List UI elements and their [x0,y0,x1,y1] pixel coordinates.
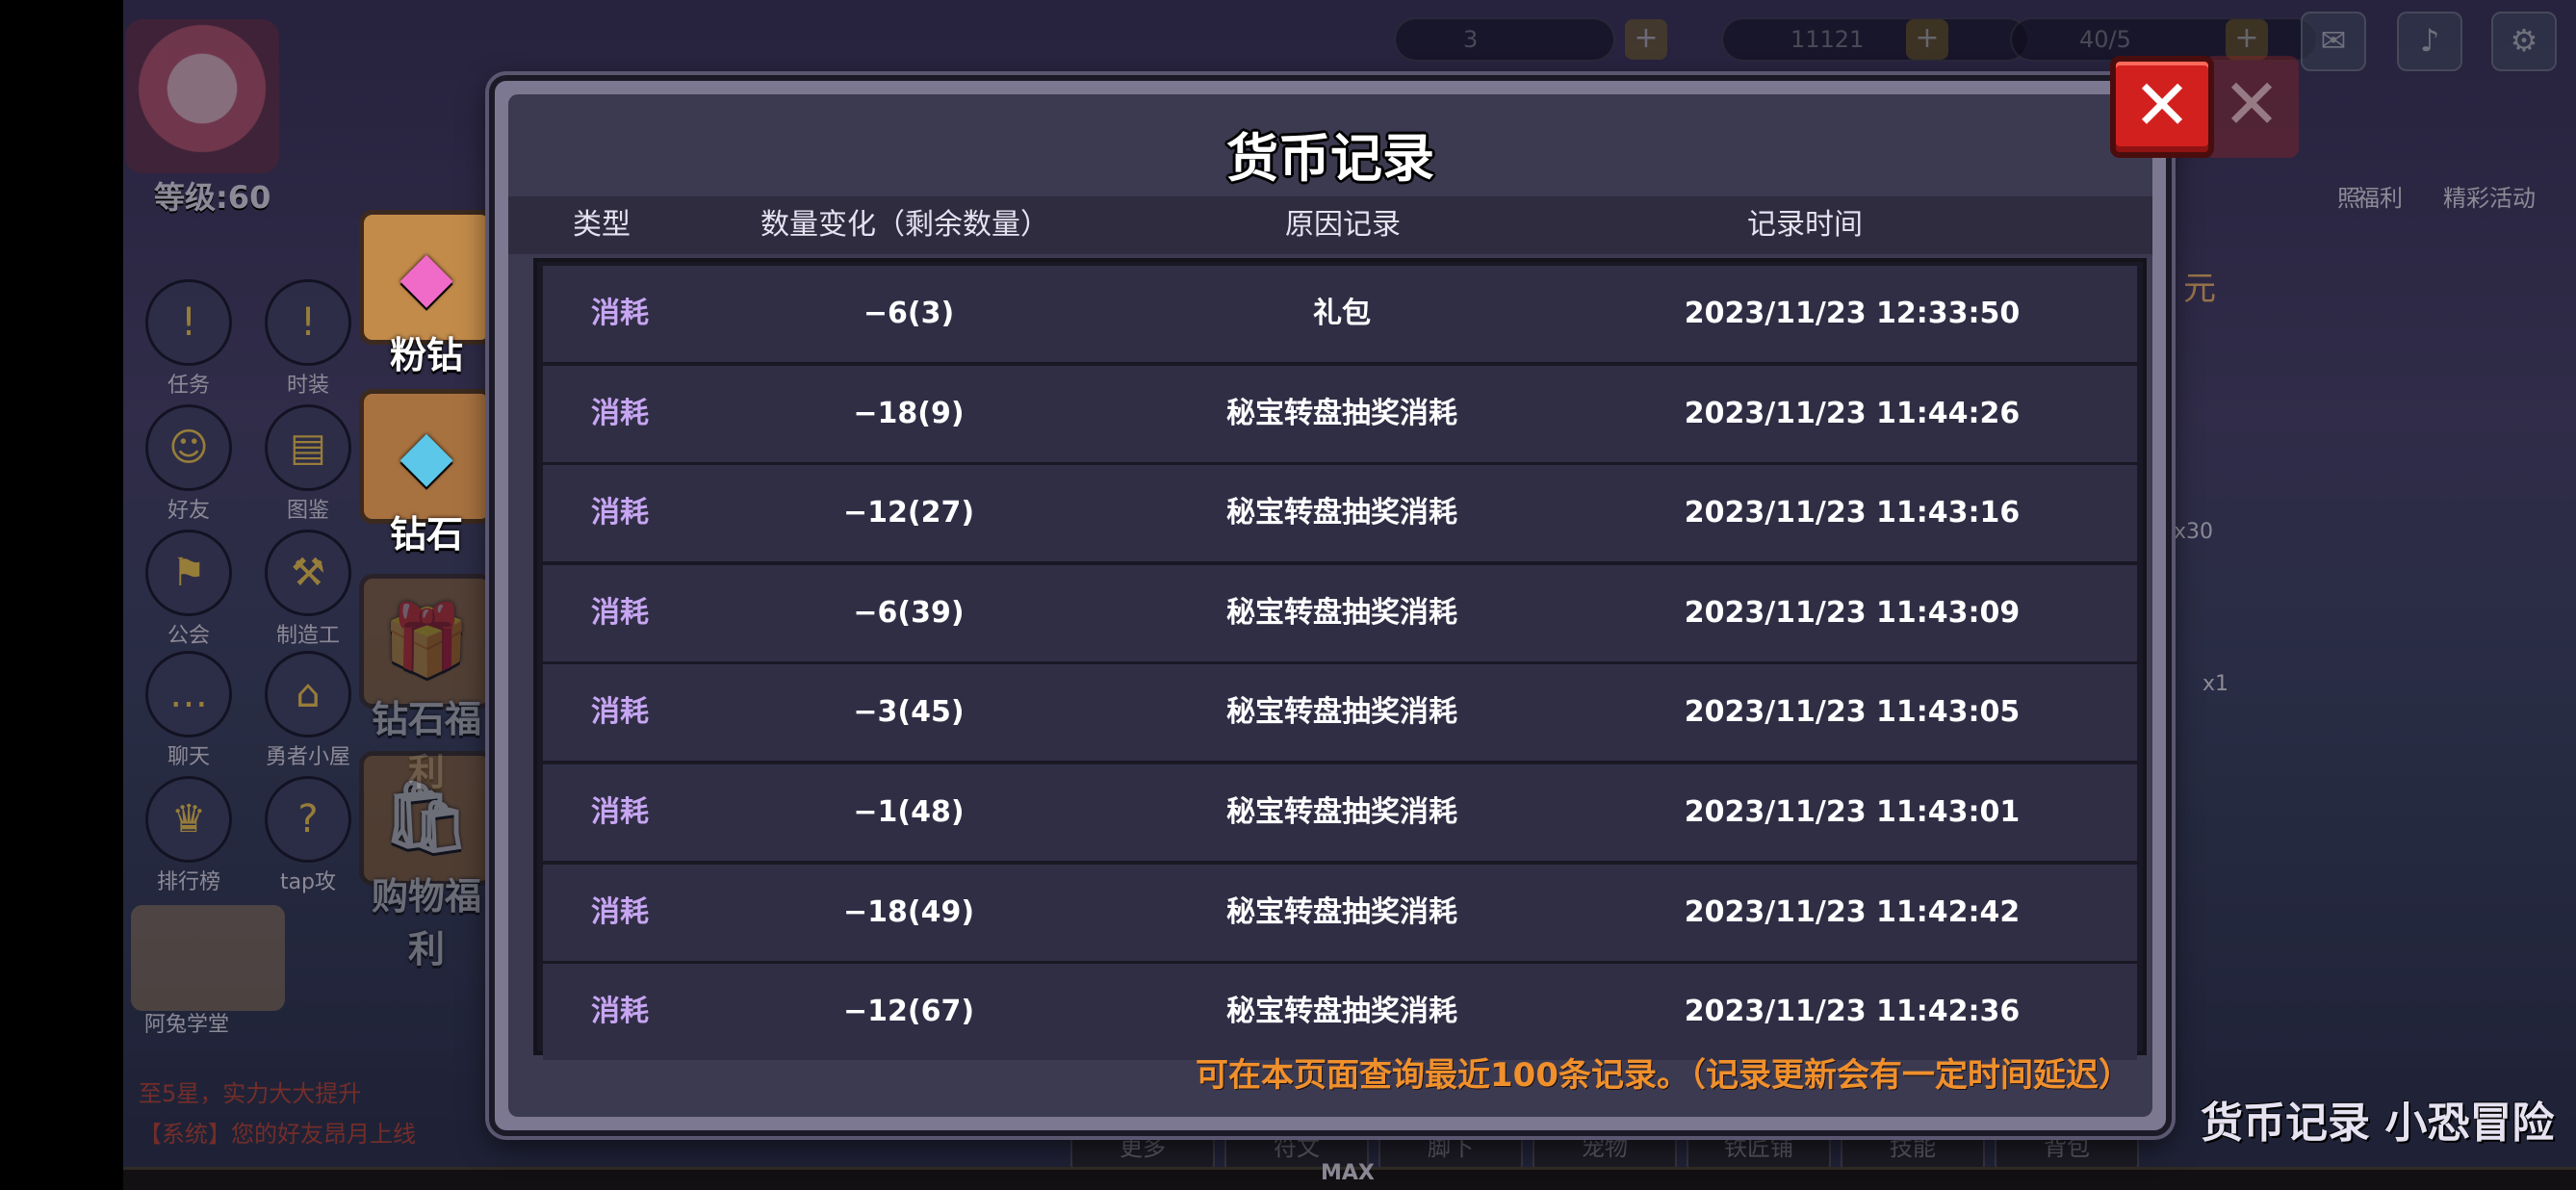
table-row: 消耗 −6(3) 礼包 2023/11/23 12:33:50 [543,266,2137,362]
record-time: 2023/11/23 11:43:01 [1684,794,2021,829]
record-reason: 秘宝转盘抽奖消耗 [1226,396,1457,430]
record-reason: 秘宝转盘抽奖消耗 [1226,496,1457,530]
record-time: 2023/11/23 11:43:09 [1684,595,2021,630]
record-time: 2023/11/23 11:42:36 [1684,995,2021,1029]
record-list[interactable]: 消耗 −6(3) 礼包 2023/11/23 12:33:50 消耗 −18(9… [533,258,2147,1061]
record-time: 2023/11/23 11:43:16 [1684,496,2021,530]
table-row: 消耗 −1(48) 秘宝转盘抽奖消耗 2023/11/23 11:43:01 [543,763,2137,861]
record-change: −1(48) [853,794,965,829]
blue-diamond-icon: ◆ [359,389,494,524]
record-reason: 秘宝转盘抽奖消耗 [1226,995,1457,1029]
column-header-time: 记录时间 [1747,208,1863,242]
record-reason: 秘宝转盘抽奖消耗 [1226,595,1457,630]
table-row: 消耗 −6(39) 秘宝转盘抽奖消耗 2023/11/23 11:43:09 [543,564,2137,661]
letterbox-left [0,0,123,1190]
record-type: 消耗 [591,794,649,829]
record-change: −12(67) [842,995,975,1029]
table-row: 消耗 −12(67) 秘宝转盘抽奖消耗 2023/11/23 11:42:36 [543,964,2137,1061]
close-button[interactable]: ✕ [2110,56,2214,158]
record-change: −6(3) [863,297,955,330]
record-time: 2023/11/23 11:42:42 [1684,894,2021,929]
record-type: 消耗 [591,595,649,630]
tab-diamond[interactable]: ◆ 钻石 [354,389,499,557]
record-reason: 礼包 [1313,297,1371,330]
record-time: 2023/11/23 11:43:05 [1684,695,2021,730]
record-change: −12(27) [842,496,975,530]
record-type: 消耗 [591,894,649,929]
record-limit-note: 可在本页面查询最近100条记录。（记录更新会有一定时间延迟） [1196,1056,2131,1095]
tab-label: 钻石 [389,513,463,556]
table-row: 消耗 −12(27) 秘宝转盘抽奖消耗 2023/11/23 11:43:16 [543,465,2137,562]
column-header-reason: 原因记录 [1285,208,1401,242]
table-row: 消耗 −18(9) 秘宝转盘抽奖消耗 2023/11/23 11:44:26 [543,365,2137,462]
record-type: 消耗 [591,995,649,1029]
column-header-change: 数量变化（剩余数量） [760,208,1049,242]
record-type: 消耗 [591,297,649,330]
dialog-title: 货币记录 [1226,128,1434,189]
currency-record-dialog: 货币记录 类型 数量变化（剩余数量） 原因记录 记录时间 消耗 −6(3) 礼包… [489,75,2172,1136]
table-row: 消耗 −3(45) 秘宝转盘抽奖消耗 2023/11/23 11:43:05 [543,664,2137,762]
record-change: −6(39) [853,595,965,630]
record-time: 2023/11/23 11:44:26 [1684,396,2021,430]
record-change: −18(49) [842,894,975,929]
record-change: −18(9) [853,396,965,430]
pink-diamond-icon: ◆ [359,210,494,345]
video-watermark: 货币记录 小恐冒险 [2201,1099,2555,1148]
close-icon: ✕ [2204,56,2299,158]
record-reason: 秘宝转盘抽奖消耗 [1226,794,1457,829]
record-type: 消耗 [591,695,649,730]
dialog-body: 货币记录 类型 数量变化（剩余数量） 原因记录 记录时间 消耗 −6(3) 礼包… [508,94,2152,1117]
record-reason: 秘宝转盘抽奖消耗 [1226,695,1457,730]
record-type: 消耗 [591,496,649,530]
tab-pink-diamond[interactable]: ◆ 粉钻 [354,210,499,378]
table-row: 消耗 −18(49) 秘宝转盘抽奖消耗 2023/11/23 11:42:42 [543,864,2137,961]
close-icon: ✕ [2132,65,2192,145]
record-reason: 秘宝转盘抽奖消耗 [1226,894,1457,929]
record-type: 消耗 [591,396,649,430]
record-change: −3(45) [853,695,965,730]
table-header: 类型 数量变化（剩余数量） 原因记录 记录时间 [508,196,2152,254]
tab-label: 粉钻 [389,334,463,376]
column-header-type: 类型 [573,208,631,242]
record-time: 2023/11/23 12:33:50 [1684,297,2021,330]
